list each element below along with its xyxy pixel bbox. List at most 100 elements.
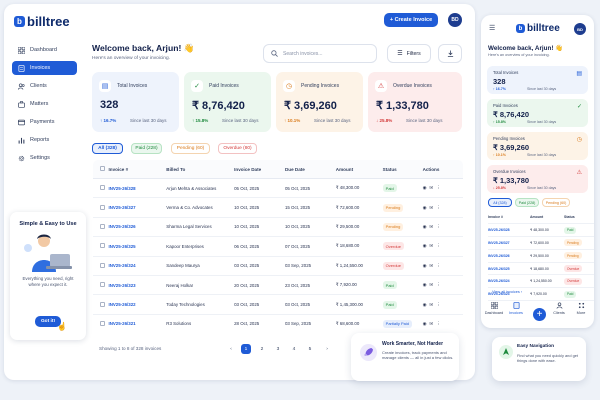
tab-all[interactable]: All (328)	[92, 143, 123, 154]
page-3-button[interactable]: 3	[273, 344, 283, 354]
invoice-date: 06 Oct, 2025	[234, 236, 285, 257]
more-icon[interactable]: ⋮	[436, 302, 443, 307]
sidebar-item-invoices[interactable]: Invoices	[12, 61, 77, 75]
create-invoice-button[interactable]: + Create Invoice	[384, 13, 438, 27]
row-checkbox[interactable]	[100, 204, 105, 210]
mobile-user-avatar[interactable]: BD	[574, 23, 586, 35]
invoice-number-link[interactable]: INV25-26/328	[488, 228, 510, 232]
invoice-number-link[interactable]: INV25-26/327	[488, 241, 510, 245]
col-due-date: Due Date	[284, 160, 336, 179]
row-checkbox[interactable]	[100, 223, 105, 229]
sidebar-item-reports[interactable]: Reports	[12, 133, 77, 147]
row-checkbox[interactable]	[100, 282, 105, 288]
invoice-number-link[interactable]: INV25-26/325	[488, 267, 510, 271]
briefcase-icon	[18, 100, 25, 108]
mobile-brand-logo[interactable]: b billtree	[516, 23, 560, 34]
page-5-button[interactable]: 5	[305, 344, 315, 354]
row-checkbox[interactable]	[100, 320, 105, 326]
row-checkbox[interactable]	[100, 243, 105, 249]
brand-logo[interactable]: b billtree	[14, 14, 70, 29]
mobile-tab-all[interactable]: All (328)	[488, 198, 512, 207]
table-row[interactable]: INV25-26/324 ₹ 1,24,550.00 Overdue	[488, 274, 594, 289]
table-row[interactable]: INV25-26/322 Today Technologies 03 Oct, 20…	[93, 294, 463, 315]
invoice-number-link[interactable]: INV25-26/327	[108, 205, 135, 210]
page-1-button[interactable]: 1	[241, 344, 251, 354]
row-checkbox[interactable]	[100, 262, 105, 268]
more-icon[interactable]: ⋮	[436, 224, 443, 229]
table-row[interactable]: INV25-26/325 Kapoor Enterprises 06 Oct, 20…	[93, 236, 463, 257]
search-icon	[271, 50, 278, 57]
invoice-number-link[interactable]: INV25-26/322	[108, 302, 135, 307]
more-icon[interactable]: ⋮	[436, 243, 443, 248]
col-amount: Amount	[530, 211, 564, 225]
due-date: 10 Oct, 2025	[284, 217, 336, 238]
invoice-number-link[interactable]: INV25-26/323	[108, 283, 135, 288]
user-avatar[interactable]: BD	[448, 13, 462, 27]
mobile-nav-invoices[interactable]: Invoices	[505, 302, 527, 315]
table-row[interactable]: INV25-26/323 Neeraj Holkar 20 Oct, 2025 23 …	[93, 275, 463, 296]
table-row[interactable]: INV25-26/326 Sharma Legal Services 10 Oct,…	[93, 217, 463, 238]
tab-overdue[interactable]: Overdue (80)	[218, 143, 257, 154]
select-all-checkbox[interactable]	[100, 166, 105, 171]
mobile-stat-paid[interactable]: Paid Invoices ₹ 8,76,420 ↑ 15.8% Since l…	[487, 99, 588, 127]
table-row[interactable]: INV25-26/328 Arjun Mehta & Associates 05 O…	[93, 178, 463, 199]
more-icon[interactable]: ⋮	[436, 185, 443, 190]
table-row[interactable]: INV25-26/321 R3 Solutions 28 Oct, 2025 03 S…	[93, 314, 463, 334]
search-input[interactable]: Search invoices...	[263, 44, 377, 63]
mobile-nav-more[interactable]: More	[570, 302, 592, 315]
mobile-tab-pending[interactable]: Pending (60)	[542, 198, 570, 207]
table-row[interactable]: INV25-26/325 ₹ 18,680.00 Overdue	[488, 262, 594, 276]
stat-card-pending[interactable]: ◷ Pending Invoices ₹ 3,69,260 ↑ 10.1% Si…	[276, 72, 363, 132]
page-2-button[interactable]: 2	[257, 344, 267, 354]
mobile-nav-clients[interactable]: Clients	[548, 302, 570, 315]
table-row[interactable]: INV25-26/324 Sandeep Maurya 03 Oct, 2025 03…	[93, 256, 463, 276]
warning-icon: ⚠	[375, 80, 387, 92]
mobile-nav-dashboard[interactable]: Dashboard	[483, 302, 505, 315]
row-checkbox[interactable]	[100, 185, 105, 191]
col-status: Status	[382, 160, 423, 179]
invoice-number-link[interactable]: INV25-26/328	[108, 186, 135, 191]
page-4-button[interactable]: 4	[289, 344, 299, 354]
mobile-stat-pending[interactable]: Pending Invoices ₹ 3,69,260 ↑ 10.1% Sinc…	[487, 132, 588, 160]
stat-title: Pending Invoices	[493, 136, 525, 141]
invoice-number-link[interactable]: INV25-26/326	[108, 224, 135, 229]
more-icon[interactable]: ⋮	[436, 282, 443, 287]
sidebar-item-clients[interactable]: Clients	[12, 79, 77, 93]
due-date: 15 Oct, 2025	[284, 197, 336, 218]
more-icon[interactable]: ⋮	[436, 205, 443, 210]
table-row[interactable]: INV25-26/327 ₹ 72,600.00 Pending	[488, 236, 594, 250]
view-all-invoices-link[interactable]: View all invoices ›	[492, 290, 522, 294]
gear-icon	[18, 155, 25, 161]
status-badge: Overdue	[564, 265, 583, 273]
table-row[interactable]: INV25-26/328 ₹ 48,300.00 Paid	[488, 223, 594, 238]
next-page-button[interactable]: ›	[322, 344, 332, 354]
prev-page-button[interactable]: ‹	[226, 344, 236, 354]
mobile-tab-paid[interactable]: Paid (228)	[515, 198, 539, 207]
stat-card-paid[interactable]: ✓ Paid Invoices ₹ 8,76,420 ↑ 15.8% Since…	[184, 72, 271, 132]
mobile-add-button[interactable]: +	[533, 308, 546, 321]
table-row[interactable]: INV25-26/326 ₹ 29,500.00 Pending	[488, 249, 594, 263]
mobile-stat-total[interactable]: Total Invoices 328 ↑ 16.7% Since last 30…	[487, 66, 588, 94]
invoice-date: 10 Oct, 2025	[234, 197, 285, 218]
filters-button[interactable]: ☰ Filters	[387, 44, 431, 63]
sidebar-item-settings[interactable]: Settings	[12, 151, 77, 165]
tab-paid[interactable]: Paid (228)	[131, 143, 162, 154]
more-icon[interactable]: ⋮	[436, 321, 443, 326]
sidebar-item-payments[interactable]: Payments	[12, 115, 77, 129]
sidebar-item-dashboard[interactable]: Dashboard	[12, 43, 77, 57]
stat-card-overdue[interactable]: ⚠ Overdue Invoices ₹ 1,33,780 ↓ 25.8% Si…	[368, 72, 462, 132]
stat-card-total[interactable]: ▤ Total Invoices 328 ↑ 16.7% Since last …	[92, 72, 179, 132]
menu-icon[interactable]: ☰	[489, 24, 495, 32]
invoice-number-link[interactable]: INV25-26/324	[488, 279, 510, 283]
invoice-number-link[interactable]: INV25-26/325	[108, 244, 135, 249]
download-button[interactable]	[438, 44, 462, 63]
more-icon[interactable]: ⋮	[436, 263, 443, 268]
mobile-stat-overdue[interactable]: Overdue Invoices ₹ 1,33,780 ↓ 25.8% Sinc…	[487, 165, 588, 193]
invoice-number-link[interactable]: INV25-26/326	[488, 254, 510, 258]
table-row[interactable]: INV25-26/327 Verma & Co. Advocates 10 Oct,…	[93, 197, 463, 218]
sidebar-item-matters[interactable]: Matters	[12, 97, 77, 111]
row-checkbox[interactable]	[100, 301, 105, 307]
invoice-number-link[interactable]: INV25-26/324	[108, 263, 135, 268]
invoice-number-link[interactable]: INV25-26/321	[108, 321, 135, 326]
tab-pending[interactable]: Pending (60)	[171, 143, 210, 154]
